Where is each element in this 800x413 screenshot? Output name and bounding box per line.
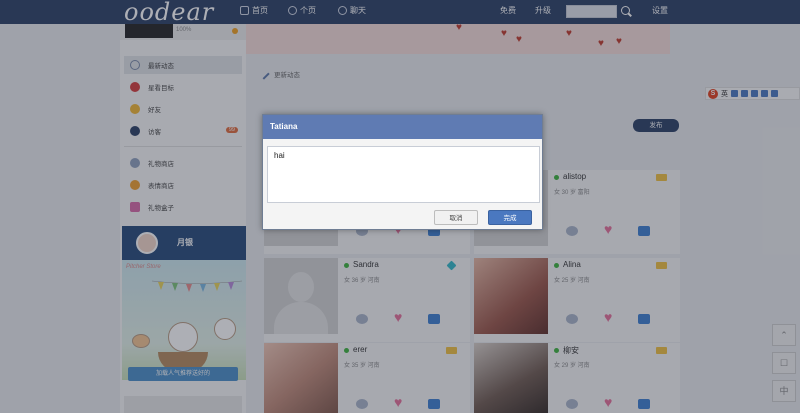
message-dialog: Tatiana hai 取消 完成	[262, 114, 543, 230]
done-button[interactable]: 完成	[488, 210, 532, 225]
message-input[interactable]: hai	[267, 146, 540, 203]
dialog-title: Tatiana	[263, 115, 542, 139]
cancel-button[interactable]: 取消	[434, 210, 478, 225]
